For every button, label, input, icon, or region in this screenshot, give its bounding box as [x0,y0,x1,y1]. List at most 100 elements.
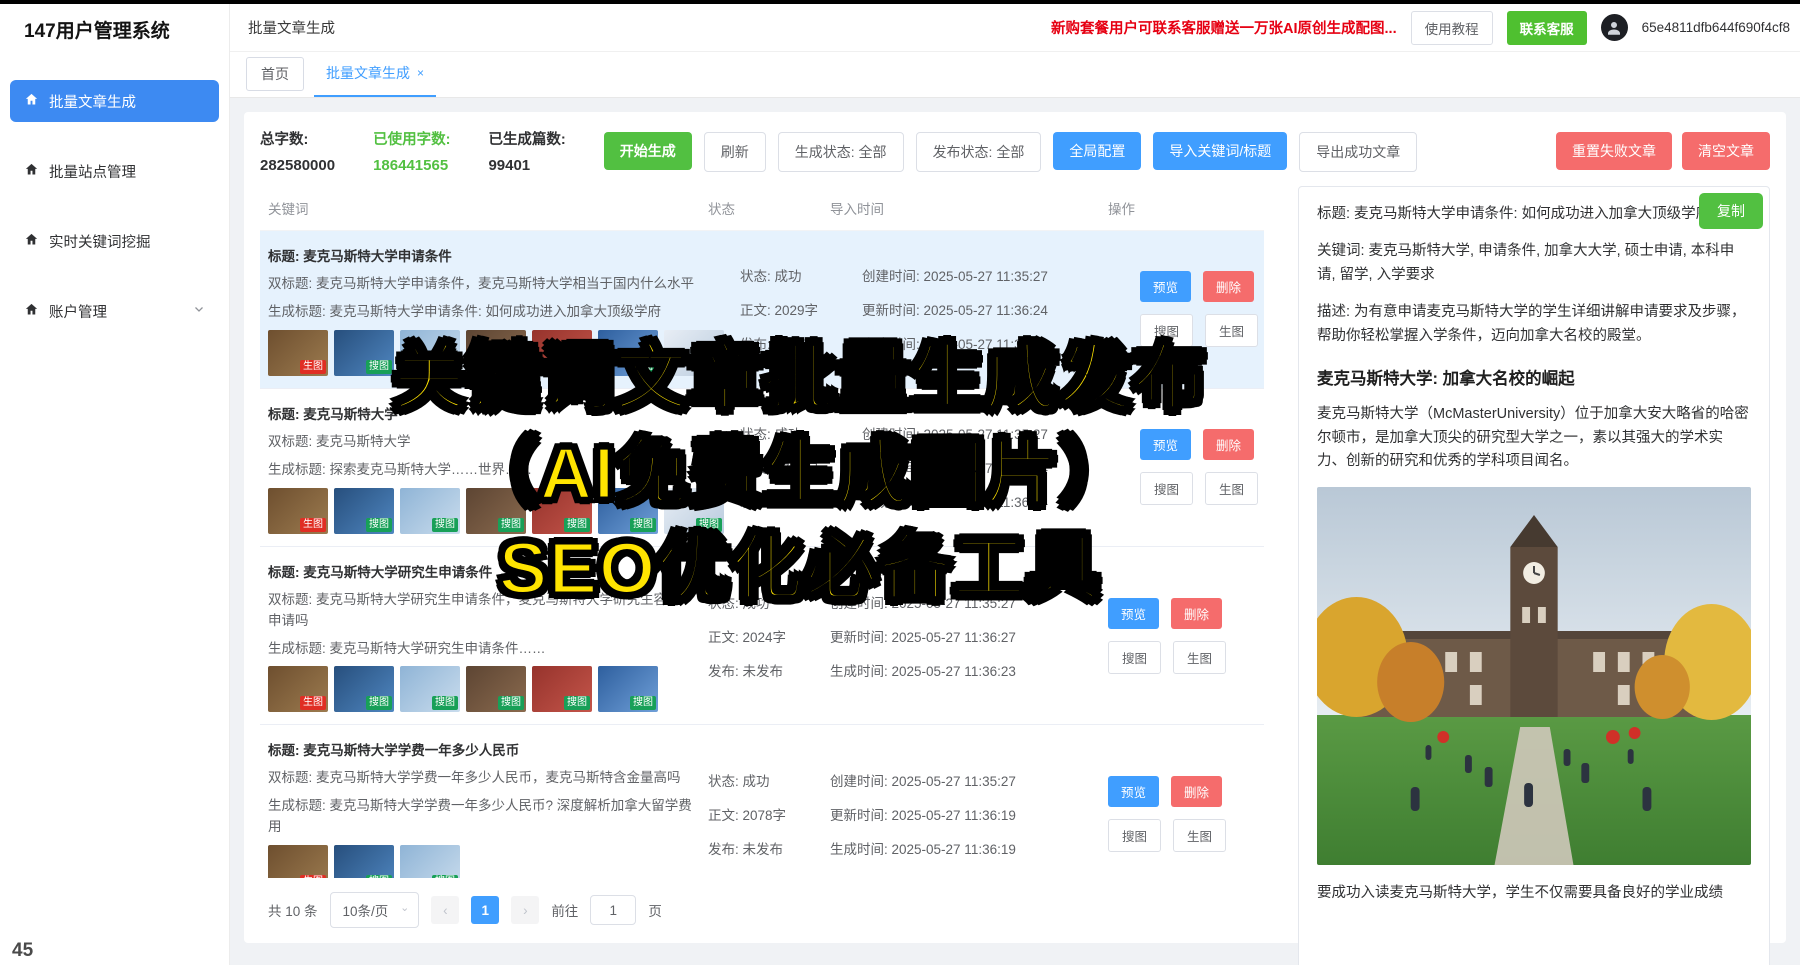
thumbnail-badge: 搜图 [630,696,656,710]
thumbnail-badge: 搜图 [366,360,392,374]
generate-image-button[interactable]: 生图 [1205,314,1258,347]
generate-status-select[interactable]: 生成状态: 全部 [778,132,904,172]
article-thumbnail[interactable]: 搜图 [400,845,460,878]
table-row[interactable]: 标题: 麦克马斯特大学学费一年多少人民币 双标题: 麦克马斯特大学学费一年多少人… [260,725,1264,878]
thumbnail-badge: 搜图 [366,696,392,710]
col-import-time: 导入时间 [830,198,1108,218]
avatar[interactable] [1601,14,1628,41]
article-table: 关键词 状态 导入时间 操作 标题: 麦克马斯特大学申请条件 双标题: 麦克马斯… [260,182,1264,942]
article-thumbnail[interactable]: 搜图 [532,330,592,376]
stat-value: 282580000 [260,157,335,174]
search-image-button[interactable]: 搜图 [1140,314,1193,347]
global-config-button[interactable]: 全局配置 [1053,132,1141,170]
updated-time: 更新时间: 2025-05-27 11:36:19 [830,804,1108,824]
preview-button[interactable]: 预览 [1140,271,1191,302]
created-time: 创建时间: 2025-05-27 11:35:27 [862,265,1140,285]
article-thumbnail[interactable]: 搜图 [334,666,394,712]
tutorial-button[interactable]: 使用教程 [1411,11,1493,45]
article-thumbnail[interactable]: 搜图 [598,666,658,712]
stat-generated-count: 已生成篇数: 99401 [488,128,565,174]
status-cell: 状态: 成功 正文: 2078字 发布: 未发布 [708,737,830,878]
pagination: 共 10 条 10条/页 ⌄ ‹ 1 › 前往 页 [260,878,1264,942]
page-number-button[interactable]: 1 [471,896,499,924]
publish-status: 发布: 未发布 [740,491,862,511]
delete-button[interactable]: 删除 [1171,598,1222,629]
publish-status-select[interactable]: 发布状态: 全部 [916,132,1042,172]
delete-button[interactable]: 删除 [1171,776,1222,807]
article-thumbnail[interactable]: 搜图 [532,666,592,712]
status-text: 状态: 成功 [740,265,862,285]
goto-page-input[interactable] [590,895,636,925]
article-thumbnail[interactable]: 搜图 [400,330,460,376]
promo-notice[interactable]: 新购套餐用户可联系客服赠送一万张AI原创生成配图... [1051,17,1397,38]
copy-button[interactable]: 复制 [1699,193,1763,229]
sidebar-item-label: 批量站点管理 [49,161,136,182]
stat-value: 99401 [488,157,565,174]
contact-support-button[interactable]: 联系客服 [1507,11,1587,45]
close-icon[interactable]: × [417,66,424,80]
user-id[interactable]: 65e4811dfb644f690f4cf8 [1642,20,1790,35]
generate-image-button[interactable]: 生图 [1173,641,1226,674]
sidebar-item-batch-article[interactable]: 批量文章生成 [10,80,219,122]
refresh-button[interactable]: 刷新 [704,132,766,172]
clear-articles-button[interactable]: 清空文章 [1682,132,1770,170]
article-thumbnail[interactable]: 搜图 [400,488,460,534]
article-thumbnail[interactable]: 搜图 [598,488,658,534]
article-thumbnail[interactable]: 搜图 [598,330,658,376]
status-cell: 状态: 成功 正文: 2024字 发布: 未发布 [708,559,830,713]
article-thumbnail[interactable]: 搜图 [334,845,394,878]
generate-image-button[interactable]: 生图 [1205,472,1258,505]
article-thumbnail[interactable]: 搜图 [466,330,526,376]
thumbnail-strip: 生图搜图搜图搜图搜图搜图搜图 [268,488,724,534]
preview-button[interactable]: 预览 [1140,429,1191,460]
generated-time: 生成时间: 2025-05-27 11:36:19 [830,838,1108,858]
page-size-select[interactable]: 10条/页 ⌄ [330,892,420,928]
article-thumbnail[interactable]: 生图 [268,666,328,712]
article-double-title: 双标题: 麦克马斯特大学申请条件，麦克马斯特大学相当于国内什么水平 [268,274,724,295]
article-thumbnail[interactable]: 搜图 [664,488,724,534]
actions-cell: 预览 删除 搜图 生图 [1108,559,1256,713]
article-thumbnail[interactable]: 搜图 [664,330,724,376]
tab-batch-article[interactable]: 批量文章生成 × [314,63,436,97]
header-right: 新购套餐用户可联系客服赠送一万张AI原创生成配图... 使用教程 联系客服 65… [1051,11,1790,45]
thumbnail-strip: 生图搜图搜图搜图搜图搜图搜图 [268,330,724,376]
created-time: 创建时间: 2025-05-27 11:35:27 [830,592,1108,612]
article-thumbnail[interactable]: 生图 [268,488,328,534]
table-row[interactable]: 标题: 麦克马斯特大学申请条件 双标题: 麦克马斯特大学申请条件，麦克马斯特大学… [260,231,1264,389]
preview-button[interactable]: 预览 [1108,598,1159,629]
thumbnail-badge: 生图 [300,875,326,878]
search-image-button[interactable]: 搜图 [1108,641,1161,674]
delete-button[interactable]: 删除 [1203,429,1254,460]
article-thumbnail[interactable]: 搜图 [466,666,526,712]
preview-button[interactable]: 预览 [1108,776,1159,807]
article-thumbnail[interactable]: 生图 [268,330,328,376]
search-image-button[interactable]: 搜图 [1108,819,1161,852]
delete-button[interactable]: 删除 [1203,271,1254,302]
start-generate-button[interactable]: 开始生成 [604,132,692,170]
toolbar: 总字数: 282580000 已使用字数: 186441565 已生成篇数: 9… [260,128,1770,174]
article-generated-title: 生成标题: 麦克马斯特大学学费一年多少人民币? 深度解析加拿大留学费用 [268,796,692,838]
search-image-button[interactable]: 搜图 [1140,472,1193,505]
keyword-cell: 标题: 麦克马斯特大学 双标题: 麦克马斯特大学 生成标题: 探索麦克马斯特大学… [268,401,740,534]
tab-home[interactable]: 首页 [246,57,304,91]
sidebar-item-batch-site[interactable]: 批量站点管理 [10,150,219,192]
import-keywords-button[interactable]: 导入关键词/标题 [1153,132,1287,170]
reset-failed-button[interactable]: 重置失败文章 [1556,132,1672,170]
next-page-button[interactable]: › [511,896,539,924]
updated-time: 更新时间: 2025-05-27 11:36:24 [862,299,1140,319]
article-title: 标题: 麦克马斯特大学 [268,403,724,423]
table-row[interactable]: 标题: 麦克马斯特大学研究生申请条件 双标题: 麦克马斯特大学研究生申请条件，麦… [260,547,1264,726]
sidebar-item-keyword-mining[interactable]: 实时关键词挖掘 [10,220,219,262]
video-letterbox-bar [0,0,1800,4]
article-thumbnail[interactable]: 搜图 [334,330,394,376]
prev-page-button[interactable]: ‹ [431,896,459,924]
sidebar-item-account[interactable]: 账户管理 [10,290,219,332]
export-success-button[interactable]: 导出成功文章 [1299,132,1417,172]
article-thumbnail[interactable]: 生图 [268,845,328,878]
article-thumbnail[interactable]: 搜图 [532,488,592,534]
table-row[interactable]: 标题: 麦克马斯特大学 双标题: 麦克马斯特大学 生成标题: 探索麦克马斯特大学… [260,389,1264,547]
article-thumbnail[interactable]: 搜图 [400,666,460,712]
article-thumbnail[interactable]: 搜图 [334,488,394,534]
article-thumbnail[interactable]: 搜图 [466,488,526,534]
generate-image-button[interactable]: 生图 [1173,819,1226,852]
